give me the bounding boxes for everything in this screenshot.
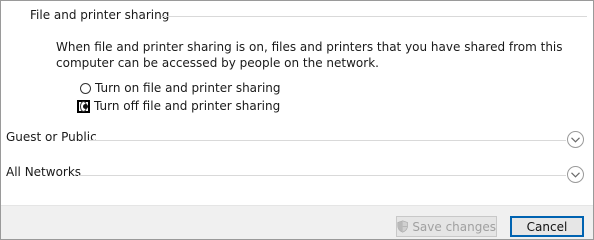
radio-turn-on-sharing[interactable]: Turn on file and printer sharing <box>80 79 281 97</box>
group-title: File and printer sharing <box>30 8 170 22</box>
radio-label: Turn on file and printer sharing <box>95 81 281 95</box>
section-all-networks[interactable]: All Networks <box>6 164 591 184</box>
group-description: When file and printer sharing is on, fil… <box>56 40 563 70</box>
section-divider <box>88 140 566 141</box>
save-changes-label: Save changes <box>412 219 496 234</box>
radio-label: Turn off file and printer sharing <box>94 99 281 113</box>
section-label: All Networks <box>6 165 82 179</box>
radio-button-unchecked[interactable] <box>80 82 91 94</box>
shield-icon <box>397 220 408 233</box>
focus-rectangle[interactable] <box>77 99 90 113</box>
chevron-down-icon[interactable] <box>567 166 584 183</box>
section-label: Guest or Public <box>6 130 97 144</box>
footer-bar: Save changes Cancel <box>1 205 593 239</box>
sharing-settings-window: File and printer sharing When file and p… <box>0 0 594 240</box>
section-guest-or-public[interactable]: Guest or Public <box>6 129 591 149</box>
save-changes-button[interactable]: Save changes <box>396 216 497 237</box>
group-divider <box>161 16 587 17</box>
radio-turn-off-sharing[interactable]: Turn off file and printer sharing <box>77 97 281 115</box>
section-divider <box>78 175 566 176</box>
cancel-label: Cancel <box>526 219 568 234</box>
radio-button-checked[interactable] <box>80 100 88 112</box>
chevron-down-icon[interactable] <box>567 131 584 148</box>
cancel-button[interactable]: Cancel <box>510 216 584 237</box>
